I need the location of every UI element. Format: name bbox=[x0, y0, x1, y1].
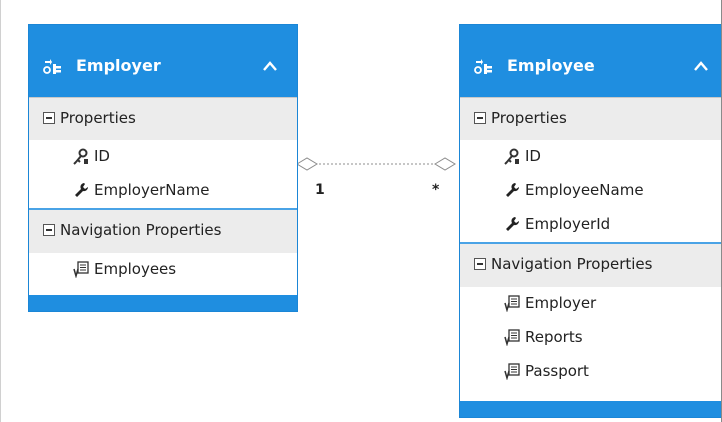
association-end-left bbox=[296, 157, 318, 171]
property-label: EmployerName bbox=[94, 181, 210, 199]
navigation-property-icon bbox=[73, 261, 89, 278]
entity-footer bbox=[460, 401, 721, 417]
entity-title: Employer bbox=[76, 56, 161, 75]
association-end-right bbox=[434, 157, 456, 171]
navigation-item[interactable]: Reports bbox=[460, 321, 721, 355]
entity-employer[interactable]: Employer Properties ID EmployerName Navi… bbox=[28, 24, 298, 312]
section-label: Properties bbox=[60, 109, 136, 127]
multiplicity-left: 1 bbox=[315, 182, 325, 198]
key-icon bbox=[73, 148, 88, 165]
entity-title: Employee bbox=[507, 56, 595, 75]
navigation-label: Employees bbox=[94, 260, 177, 278]
section-label: Navigation Properties bbox=[491, 255, 653, 273]
entity-footer bbox=[29, 295, 297, 311]
entity-header[interactable]: Employee bbox=[460, 25, 721, 97]
section-properties[interactable]: Properties bbox=[460, 97, 721, 140]
property-item[interactable]: ID bbox=[460, 140, 721, 174]
property-label: ID bbox=[525, 147, 541, 165]
wrench-icon bbox=[506, 183, 520, 197]
multiplicity-right: * bbox=[432, 182, 440, 198]
navigation-label: Passport bbox=[525, 362, 589, 380]
navigation-label: Employer bbox=[525, 294, 597, 312]
wrench-icon bbox=[506, 217, 520, 231]
property-label: ID bbox=[94, 147, 110, 165]
property-label: EmployeeName bbox=[525, 181, 644, 199]
navigation-property-icon bbox=[504, 295, 520, 312]
entity-type-icon bbox=[43, 59, 61, 74]
diagram-canvas: 1 * Employer Properties ID EmployerName … bbox=[0, 0, 722, 422]
navigation-property-icon bbox=[504, 329, 520, 346]
navigation-property-icon bbox=[504, 363, 520, 380]
section-properties[interactable]: Properties bbox=[29, 97, 297, 140]
wrench-icon bbox=[75, 183, 89, 197]
entity-employee[interactable]: Employee Properties ID EmployeeName Empl… bbox=[459, 24, 721, 418]
property-item[interactable]: EmployerId bbox=[460, 208, 721, 242]
section-label: Properties bbox=[491, 109, 567, 127]
collapse-toggle-icon[interactable] bbox=[474, 112, 486, 124]
navigation-item[interactable]: Employees bbox=[29, 253, 297, 287]
entity-type-icon bbox=[474, 59, 492, 74]
key-icon bbox=[504, 148, 519, 165]
chevron-up-icon[interactable] bbox=[263, 61, 277, 71]
collapse-toggle-icon[interactable] bbox=[474, 258, 486, 270]
section-label: Navigation Properties bbox=[60, 221, 222, 239]
chevron-up-icon[interactable] bbox=[694, 61, 708, 71]
section-navigation-properties[interactable]: Navigation Properties bbox=[460, 242, 721, 287]
navigation-item[interactable]: Employer bbox=[460, 287, 721, 321]
property-item[interactable]: EmployerName bbox=[29, 174, 297, 208]
collapse-toggle-icon[interactable] bbox=[43, 224, 55, 236]
navigation-item[interactable]: Passport bbox=[460, 355, 721, 389]
entity-header[interactable]: Employer bbox=[29, 25, 297, 97]
section-navigation-properties[interactable]: Navigation Properties bbox=[29, 208, 297, 253]
navigation-label: Reports bbox=[525, 328, 583, 346]
property-item[interactable]: ID bbox=[29, 140, 297, 174]
property-item[interactable]: EmployeeName bbox=[460, 174, 721, 208]
collapse-toggle-icon[interactable] bbox=[43, 112, 55, 124]
property-label: EmployerId bbox=[525, 215, 611, 233]
